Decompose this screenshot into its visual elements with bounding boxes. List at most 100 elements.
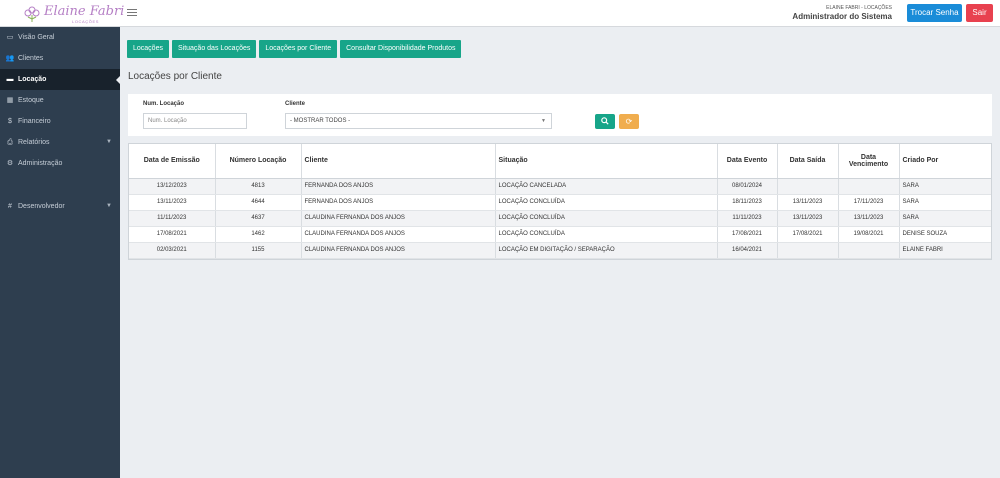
cell-numero-locacao: 4813 — [215, 178, 302, 195]
sidebar-item-label: Visão Geral — [18, 34, 55, 41]
page-title: Locações por Cliente — [128, 71, 222, 82]
logout-button[interactable]: Sair — [966, 4, 993, 22]
logo-text: Elaine Fabri — [44, 4, 125, 19]
sidebar-item-visao-geral[interactable]: ▭ Visão Geral — [0, 27, 120, 48]
cell-data-evento: 08/01/2024 — [717, 178, 778, 195]
tab-locacoes-por-cliente[interactable]: Locações por Cliente — [259, 40, 338, 58]
gear-icon: ⚙ — [6, 160, 14, 167]
cliente-select-value: - MOSTRAR TODOS - — [290, 118, 351, 124]
refresh-icon: ⟳ — [625, 117, 633, 126]
cell-cliente: CLAUDINA FERNANDA DOS ANJOS — [301, 226, 496, 243]
tab-consultar-disponibilidade[interactable]: Consultar Disponibilidade Produtos — [340, 40, 462, 58]
cell-numero-locacao: 4637 — [215, 210, 302, 227]
brand-logo[interactable]: Elaine Fabri LOCAÇÕES — [22, 3, 124, 24]
flower-logo-icon — [24, 6, 40, 22]
table-row[interactable]: 17/08/2021 1462 CLAUDINA FERNANDA DOS AN… — [129, 226, 991, 243]
cell-data-emissao: 11/11/2023 — [129, 210, 216, 227]
cell-criado-por: SARA — [899, 178, 991, 195]
sidebar-item-desenvolvedor[interactable]: # Desenvolvedor ▼ — [0, 196, 120, 217]
table-row[interactable]: 11/11/2023 4637 CLAUDINA FERNANDA DOS AN… — [129, 210, 991, 227]
sidebar-item-estoque[interactable]: ▦ Estoque — [0, 90, 120, 111]
column-header[interactable]: Situação — [495, 144, 718, 179]
rentals-table: Data de Emissão Número Locação Cliente S… — [128, 143, 992, 260]
refresh-button[interactable]: ⟳ — [619, 114, 639, 129]
cell-situacao: LOCAÇÃO CONCLUÍDA — [495, 226, 718, 243]
cell-data-evento: 17/08/2021 — [717, 226, 778, 243]
cell-data-emissao: 13/12/2023 — [129, 178, 216, 195]
chevron-down-icon: ▼ — [106, 139, 112, 145]
cell-numero-locacao: 4644 — [215, 194, 302, 211]
column-header[interactable]: Criado Por — [899, 144, 991, 179]
hash-icon: # — [8, 203, 12, 210]
search-button[interactable] — [595, 114, 615, 129]
card-icon: ▬ — [6, 76, 14, 83]
table-header-row: Data de Emissão Número Locação Cliente S… — [129, 144, 991, 179]
num-locacao-input[interactable]: Num. Locação — [143, 113, 247, 129]
print-icon: ⎙ — [7, 139, 13, 146]
cell-data-emissao: 13/11/2023 — [129, 194, 216, 211]
dollar-icon: $ — [8, 118, 12, 125]
num-locacao-label: Num. Locação — [143, 101, 185, 107]
tab-locacoes[interactable]: Locações — [127, 40, 169, 58]
sidebar-item-locacao[interactable]: ▬ Locação — [0, 69, 120, 90]
tab-situacao-locacoes[interactable]: Situação das Locações — [171, 40, 257, 58]
sidebar-item-label: Administração — [18, 160, 63, 167]
cell-situacao: LOCAÇÃO CANCELADA — [495, 178, 718, 195]
table-row[interactable]: 13/12/2023 4813 FERNANDA DOS ANJOS LOCAÇ… — [129, 178, 991, 195]
column-header[interactable]: Cliente — [301, 144, 496, 179]
cell-cliente: FERNANDA DOS ANJOS — [301, 194, 496, 211]
cell-numero-locacao: 1155 — [215, 242, 302, 259]
change-password-button[interactable]: Trocar Senha — [907, 4, 962, 22]
cell-data-saida: 17/08/2021 — [777, 226, 839, 243]
cell-data-evento: 16/04/2021 — [717, 242, 778, 259]
cell-cliente: FERNANDA DOS ANJOS — [301, 178, 496, 195]
table-row[interactable]: 02/03/2021 1155 CLAUDINA FERNANDA DOS AN… — [129, 242, 991, 259]
cell-data-saida — [777, 178, 839, 195]
cell-data-vencimento — [838, 242, 900, 259]
chevron-down-icon: ▼ — [541, 118, 546, 124]
cell-data-emissao: 02/03/2021 — [129, 242, 216, 259]
sidebar-item-label: Relatórios — [18, 139, 50, 146]
logo-subtitle: LOCAÇÕES — [72, 19, 100, 24]
sidebar-item-financeiro[interactable]: $ Financeiro — [0, 111, 120, 132]
cell-data-saida: 13/11/2023 — [777, 194, 839, 211]
users-icon: 👥 — [5, 55, 15, 62]
sidebar-item-label: Financeiro — [18, 118, 51, 125]
cell-cliente: CLAUDINA FERNANDA DOS ANJOS — [301, 242, 496, 259]
main-content: Locações Situação das Locações Locações … — [120, 27, 1000, 478]
cell-data-vencimento: 19/08/2021 — [838, 226, 900, 243]
search-icon — [601, 117, 609, 125]
cell-criado-por: SARA — [899, 194, 991, 211]
column-header[interactable]: Data Evento — [717, 144, 778, 179]
cell-numero-locacao: 1462 — [215, 226, 302, 243]
sidebar-item-label: Locação — [18, 76, 47, 83]
cell-criado-por: ELAINE FABRI — [899, 242, 991, 259]
column-header[interactable]: Data de Emissão — [129, 144, 216, 179]
tab-bar: Locações Situação das Locações Locações … — [127, 40, 464, 58]
filter-panel: Num. Locação Num. Locação Cliente - MOST… — [128, 94, 992, 136]
cell-data-vencimento — [838, 178, 900, 195]
column-header[interactable]: Data Vencimento — [838, 144, 900, 179]
cell-data-evento: 18/11/2023 — [717, 194, 778, 211]
user-company: ELAINE FABRI - LOCAÇÕES — [826, 5, 892, 11]
menu-toggle-icon[interactable] — [127, 7, 137, 17]
sidebar-item-administracao[interactable]: ⚙ Administração — [0, 153, 120, 174]
sidebar: ▭ Visão Geral 👥 Clientes ▬ Locação ▦ Estoque… — [0, 27, 120, 478]
cliente-label: Cliente — [285, 101, 306, 107]
cell-data-vencimento: 17/11/2023 — [838, 194, 900, 211]
top-header: Elaine Fabri LOCAÇÕES ELAINE FABRI - LOC… — [0, 0, 1000, 27]
sidebar-item-clientes[interactable]: 👥 Clientes — [0, 48, 120, 69]
cliente-select[interactable]: - MOSTRAR TODOS - ▼ — [285, 113, 552, 129]
sidebar-item-relatorios[interactable]: ⎙ Relatórios ▼ — [0, 132, 120, 153]
sidebar-item-label: Desenvolvedor — [18, 203, 65, 210]
cell-criado-por: DENISE SOUZA — [899, 226, 991, 243]
column-header[interactable]: Data Saída — [777, 144, 839, 179]
sidebar-item-label: Clientes — [18, 55, 44, 62]
cell-situacao: LOCAÇÃO CONCLUÍDA — [495, 210, 718, 227]
cell-criado-por: SARA — [899, 210, 991, 227]
cell-situacao: LOCAÇÃO EM DIGITAÇÃO / SEPARAÇÃO — [495, 242, 718, 259]
table-row[interactable]: 13/11/2023 4644 FERNANDA DOS ANJOS LOCAÇ… — [129, 194, 991, 211]
column-header[interactable]: Número Locação — [215, 144, 302, 179]
cell-data-emissao: 17/08/2021 — [129, 226, 216, 243]
